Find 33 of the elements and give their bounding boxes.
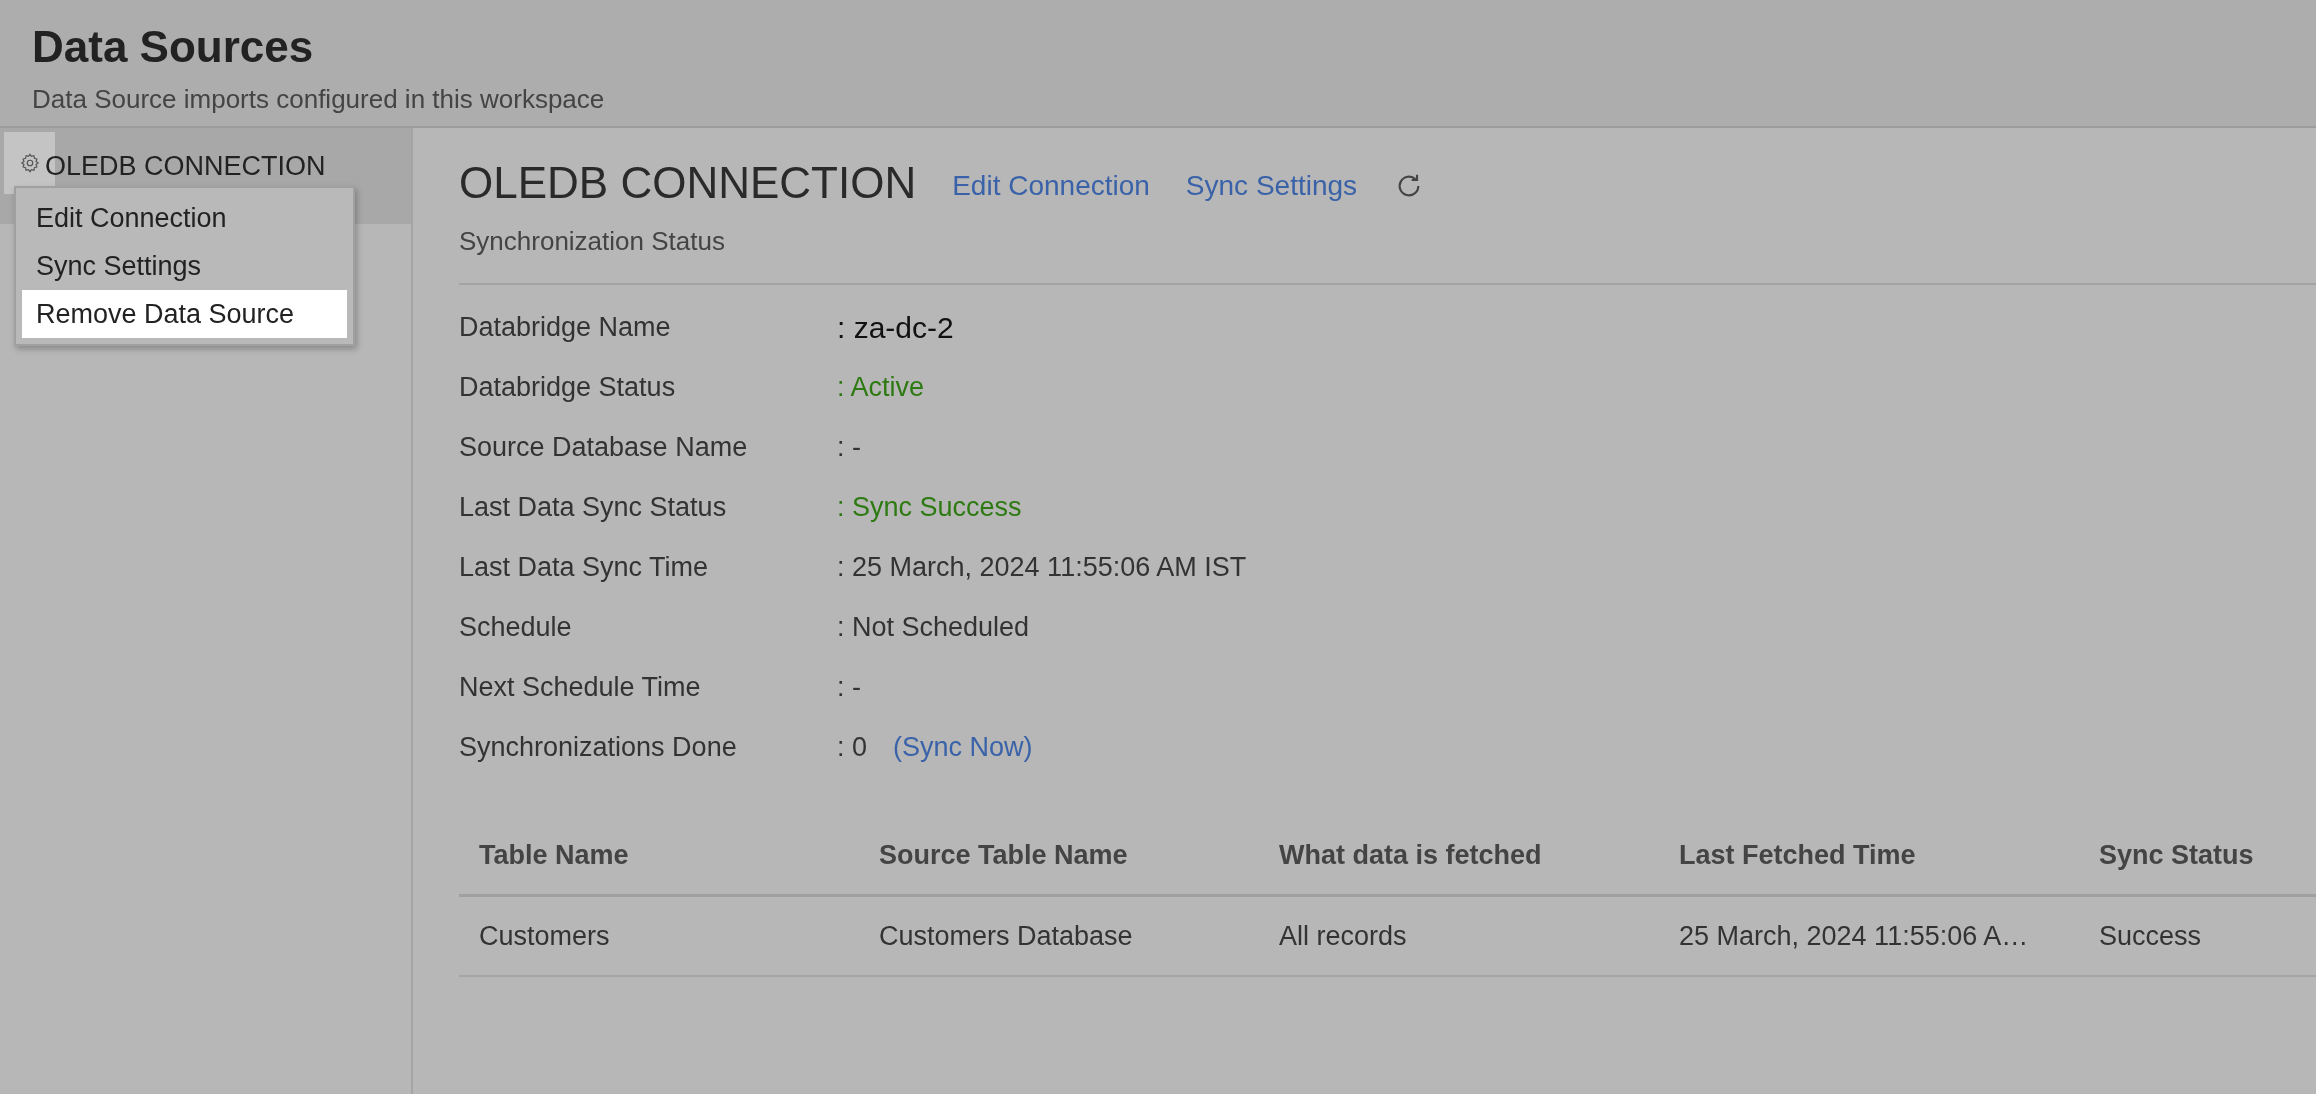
column-header: Table Name — [478, 839, 630, 873]
field-label: Next Schedule Time — [459, 670, 702, 704]
field-value: : za-dc-2 — [837, 309, 954, 346]
field-value: : 25 March, 2024 11:55:06 AM IST — [837, 550, 1247, 584]
gear-icon[interactable] — [18, 152, 41, 174]
column-header: What data is fetched — [1278, 839, 1543, 873]
field-label: Last Data Sync Status — [459, 490, 728, 524]
field-value: : Not Scheduled — [837, 610, 1030, 644]
table-cell-text: Success — [2098, 919, 2203, 953]
menu-item[interactable]: Sync Settings — [22, 242, 347, 290]
field-label: Databridge Status — [459, 370, 677, 404]
menu-item[interactable]: Remove Data Source — [22, 290, 347, 338]
field-label: Schedule — [459, 610, 573, 644]
column-header: Last Fetched Time — [1678, 839, 1917, 873]
column-header: Sync Status — [2098, 839, 2255, 873]
column-header: Source Table Name — [878, 839, 1129, 873]
page-title: Data Sources — [32, 21, 315, 73]
field-label: Databridge Name — [459, 310, 672, 344]
field-value: : Sync Success — [837, 490, 1022, 524]
field-label: Source Database Name — [459, 430, 749, 464]
field-value: : - — [837, 670, 861, 704]
table-cell-text: 25 March, 2024 11:55:06 A… — [1678, 919, 2030, 953]
field-value: : - — [837, 430, 861, 464]
detail-title: OLEDB CONNECTION — [459, 157, 917, 209]
field-label: Last Data Sync Time — [459, 550, 710, 584]
table-cell-text: Customers Database — [878, 919, 1134, 953]
field-value: : Active — [837, 370, 925, 404]
table-cell-text: All records — [1278, 919, 1408, 953]
page-subtitle: Data Source imports configured in this workspace — [32, 83, 606, 116]
field-label: Synchronizations Done — [459, 730, 738, 764]
field-value: : 0 — [837, 730, 868, 764]
section-title: Synchronization Status — [459, 225, 726, 258]
table-cell-text: Customers — [478, 919, 611, 953]
